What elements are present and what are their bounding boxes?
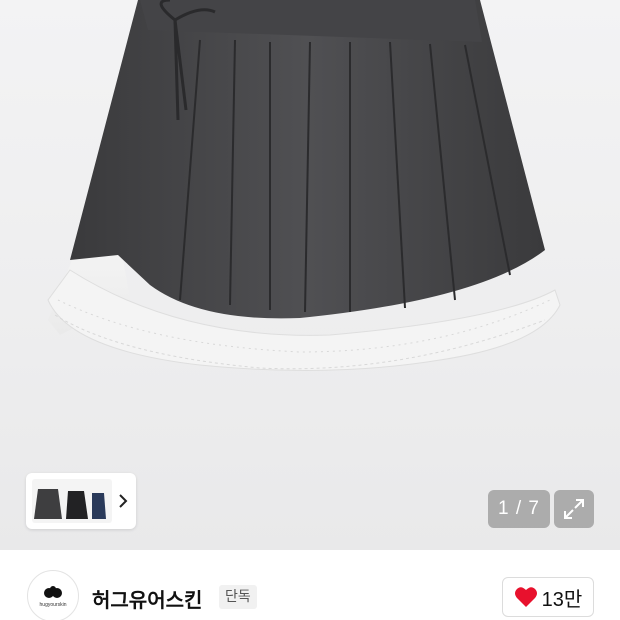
store-logo-mark	[44, 585, 62, 598]
product-image-skirt	[47, 0, 561, 371]
thumbnail-image[interactable]	[32, 479, 112, 523]
store-info-bar: hugyourskin 허그유어스킨 단독 13만	[0, 550, 620, 620]
like-count: 13만	[541, 588, 583, 611]
page-counter: 1 / 7	[488, 490, 550, 528]
store-logo-text: hugyourskin	[39, 601, 67, 608]
expand-button[interactable]	[554, 490, 594, 528]
expand-arrows-icon	[564, 499, 584, 519]
exclusive-badge: 단독	[219, 585, 257, 609]
product-image-gallery[interactable]	[0, 0, 620, 550]
current-page: 1	[498, 498, 510, 519]
total-pages: 7	[528, 498, 540, 519]
thumbnail-skirts	[34, 489, 106, 519]
page-separator: /	[509, 498, 529, 519]
store-logo[interactable]: hugyourskin	[27, 570, 79, 620]
like-button[interactable]: 13만	[502, 577, 594, 617]
store-name[interactable]: 허그유어스킨	[92, 584, 202, 613]
heart-icon	[514, 587, 537, 607]
thumbnail-strip[interactable]	[26, 473, 136, 529]
chevron-right-icon[interactable]	[112, 479, 134, 523]
